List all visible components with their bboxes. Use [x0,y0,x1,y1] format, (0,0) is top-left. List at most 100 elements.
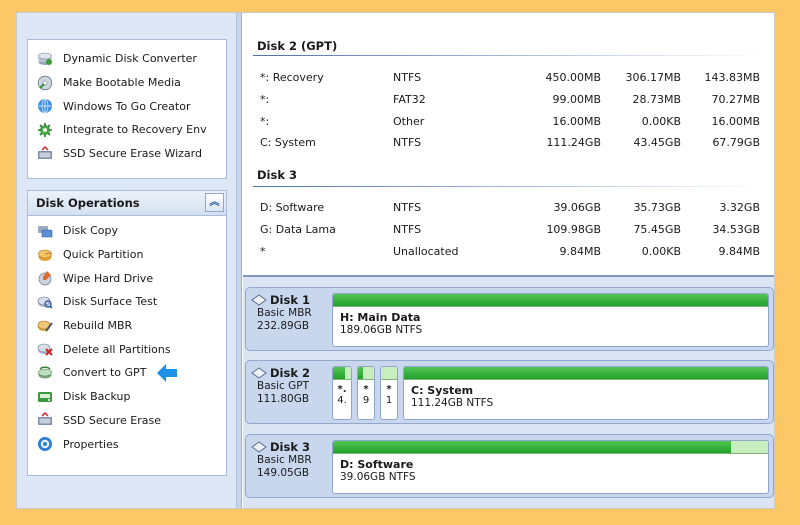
cell-free: 143.83MB [704,71,760,84]
cell-partition: *: Recovery [260,71,324,84]
partition-recovery[interactable]: *. 4. [332,366,352,420]
disk-size: 111.80GB [257,393,310,405]
cell-partition: D: Software [260,201,325,214]
cell-partition: G: Data Lama [260,223,336,236]
disk2-label: Disk 2 Basic GPT 111.80GB [251,366,329,420]
partition-info: 9 [362,395,370,406]
quick-partition-icon [38,249,52,261]
table-row[interactable]: D: Software NTFS 39.06GB 35.73GB 3.32GB [260,201,760,217]
table-row[interactable]: * Unallocated 9.84MB 0.00KB 9.84MB [260,245,760,261]
table-row[interactable]: *: FAT32 99.00MB 28.73MB 70.27MB [260,93,760,109]
table-row[interactable]: G: Data Lama NTFS 109.98GB 75.45GB 34.53… [260,223,760,239]
op-ssd-secure-erase[interactable]: SSD Secure Erase [28,409,226,433]
windows-to-go-icon [38,98,52,114]
op-properties[interactable]: Properties [28,432,226,456]
wizard-windows-to-go[interactable]: Windows To Go Creator [28,94,226,118]
collapse-button[interactable]: ︽ [205,193,224,212]
usage-bar [333,294,768,307]
delete-partitions-icon [37,343,53,356]
op-disk-backup[interactable]: Disk Backup [28,385,226,409]
usage-bar [404,367,768,380]
partition-d-software[interactable]: D: Software 39.06GB NTFS [332,440,769,494]
cell-used: 306.17MB [625,71,681,84]
pane-splitter[interactable] [237,13,242,508]
panel-title: Disk Operations [36,196,140,210]
wizard-ssd-secure-erase[interactable]: SSD Secure Erase Wizard [28,142,226,166]
disk2-bar[interactable]: Disk 2 Basic GPT 111.80GB *. 4. * 9 * 1 … [245,360,774,424]
disk-icon [251,294,267,306]
op-delete-all-partitions[interactable]: Delete all Partitions [28,337,226,361]
wizard-integrate-recovery[interactable]: Integrate to Recovery Env [28,118,226,142]
partition-info: 4. [337,395,347,406]
chevron-double-up-icon: ︽ [209,196,220,208]
op-disk-surface-test[interactable]: Disk Surface Test [28,290,226,314]
usage-bar [358,367,374,380]
usage-bar [333,441,768,454]
partition-name: * [363,384,369,395]
disk-icon [251,367,267,379]
cell-filesystem: NTFS [393,136,422,149]
ssd-erase-icon [38,412,52,426]
wizards-panel: Dynamic Disk Converter Make Bootable Med… [27,39,227,179]
table-row[interactable]: *: Other 16.00MB 0.00KB 16.00MB [260,115,760,131]
main-pane: Disk 2 (GPT) *: Recovery NTFS 450.00MB 3… [243,13,774,508]
cell-capacity: 99.00MB [552,93,601,106]
partition-c-system[interactable]: C: System 111.24GB NTFS [403,366,769,420]
op-label: Delete all Partitions [63,342,171,356]
partition-info: 1 [385,395,393,406]
disk-backup-icon [38,391,52,402]
table-row[interactable]: C: System NTFS 111.24GB 43.45GB 67.79GB [260,136,760,152]
cell-used: 28.73MB [632,93,681,106]
usage-fill [333,441,732,453]
op-quick-partition[interactable]: Quick Partition [28,243,226,267]
disk-type: Basic MBR [257,454,312,466]
disk1-label: Disk 1 Basic MBR 232.89GB [251,293,329,347]
cell-used: 0.00KB [641,115,681,128]
partition-name: * [386,384,392,395]
ssd-erase-wizard-icon [38,145,52,159]
cell-filesystem: Other [393,115,425,128]
cell-capacity: 111.24GB [546,136,601,149]
disk-copy-icon [38,225,53,238]
usage-fill [333,294,768,306]
bootable-media-icon [37,75,53,90]
cell-used: 75.45GB [633,223,681,236]
cell-capacity: 450.00MB [545,71,601,84]
cell-filesystem: Unallocated [393,245,459,258]
op-label: SSD Secure Erase [63,413,161,427]
partition-name: D: Software [340,458,414,471]
sidebar: Dynamic Disk Converter Make Bootable Med… [17,13,237,508]
wizard-label: SSD Secure Erase Wizard [63,147,202,161]
disk3-label: Disk 3 Basic MBR 149.05GB [251,440,329,494]
disk-name: Disk 2 [270,366,310,380]
cell-used: 0.00KB [641,245,681,258]
wizard-label: Make Bootable Media [63,76,181,90]
properties-icon [38,437,52,452]
table-row[interactable]: *: Recovery NTFS 450.00MB 306.17MB 143.8… [260,71,760,87]
wipe-drive-icon [38,271,52,286]
cell-filesystem: NTFS [393,223,422,236]
op-label: Rebuild MBR [63,319,133,333]
wizard-dynamic-disk-converter[interactable]: Dynamic Disk Converter [28,47,226,71]
disk-operations-panel: Disk Operations ︽ Disk Copy Quick Partit… [27,190,227,476]
section-divider [253,186,765,187]
partition-fat32[interactable]: * 9 [357,366,375,420]
partition-other[interactable]: * 1 [380,366,398,420]
cell-free: 9.84MB [718,245,760,258]
wizard-make-bootable-media[interactable]: Make Bootable Media [28,71,226,95]
op-convert-to-gpt[interactable]: Convert to GPT [28,361,226,385]
disk1-bar[interactable]: Disk 1 Basic MBR 232.89GB H: Main Data 1… [245,287,774,351]
disk-name: Disk 1 [270,293,310,307]
dynamic-disk-icon [38,52,52,65]
op-label: Convert to GPT [63,366,147,380]
op-label: Quick Partition [63,248,144,262]
disk3-bar[interactable]: Disk 3 Basic MBR 149.05GB D: Software 39… [245,434,774,498]
cell-free: 67.79GB [712,136,760,149]
rebuild-mbr-icon [37,320,53,332]
op-wipe-hard-drive[interactable]: Wipe Hard Drive [28,266,226,290]
cell-capacity: 9.84MB [559,245,601,258]
partition-h-main-data[interactable]: H: Main Data 189.06GB NTFS [332,293,769,347]
op-rebuild-mbr[interactable]: Rebuild MBR [28,314,226,338]
op-disk-copy[interactable]: Disk Copy [28,219,226,243]
cell-free: 34.53GB [712,223,760,236]
